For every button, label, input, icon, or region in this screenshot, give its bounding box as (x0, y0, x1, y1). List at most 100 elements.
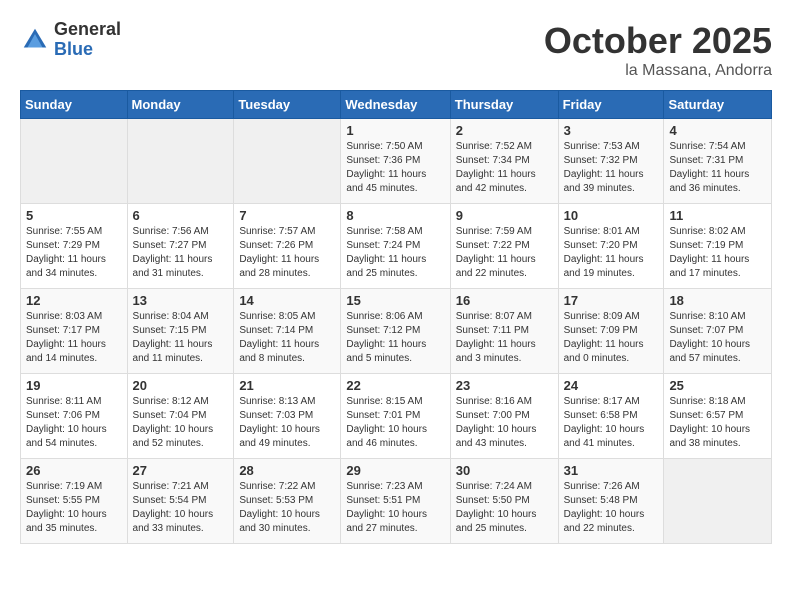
calendar-week-4: 26 Sunrise: 7:19 AM Sunset: 5:55 PM Dayli… (21, 459, 772, 544)
day-info: Sunrise: 8:12 AM Sunset: 7:04 PM Dayligh… (133, 395, 229, 451)
day-info: Sunrise: 8:09 AM Sunset: 7:09 PM Dayligh… (564, 310, 659, 366)
day-number: 14 (239, 293, 335, 308)
day-info: Sunrise: 7:58 AM Sunset: 7:24 PM Dayligh… (346, 225, 444, 281)
calendar-cell: 12Sunrise: 8:03 AM Sunset: 7:17 PM Dayli… (21, 289, 128, 374)
day-number: 25 (669, 378, 766, 393)
calendar-cell (127, 119, 234, 204)
day-number: 16 (456, 293, 553, 308)
day-number: 15 (346, 293, 444, 308)
day-number: 11 (669, 208, 766, 223)
day-info: Sunrise: 8:10 AM Sunset: 7:07 PM Dayligh… (669, 310, 766, 366)
calendar-cell: 17Sunrise: 8:09 AM Sunset: 7:09 PM Dayli… (558, 289, 664, 374)
day-info: Sunrise: 8:17 AM Sunset: 6:58 PM Dayligh… (564, 395, 659, 451)
calendar-cell: 26 Sunrise: 7:19 AM Sunset: 5:55 PM Dayli… (21, 459, 128, 544)
day-number: 22 (346, 378, 444, 393)
day-number: 10 (564, 208, 659, 223)
day-number: 19 (26, 378, 122, 393)
day-number: 4 (669, 123, 766, 138)
day-number: 26 (26, 463, 122, 478)
calendar-cell: 24 Sunrise: 8:17 AM Sunset: 6:58 PM Dayli… (558, 374, 664, 459)
day-info: Sunrise: 8:11 AM Sunset: 7:06 PM Dayligh… (26, 395, 122, 451)
calendar-cell: 29 Sunrise: 7:23 AM Sunset: 5:51 PM Dayli… (341, 459, 450, 544)
calendar-cell: 11Sunrise: 8:02 AM Sunset: 7:19 PM Dayli… (664, 204, 772, 289)
page-header: General Blue October 2025 la Massana, An… (20, 20, 772, 80)
calendar-cell: 28 Sunrise: 7:22 AM Sunset: 5:53 PM Dayli… (234, 459, 341, 544)
day-number: 12 (26, 293, 122, 308)
calendar-week-1: 5Sunrise: 7:55 AM Sunset: 7:29 PM Daylig… (21, 204, 772, 289)
day-info: Sunrise: 8:05 AM Sunset: 7:14 PM Dayligh… (239, 310, 335, 366)
calendar-table: SundayMondayTuesdayWednesdayThursdayFrid… (20, 90, 772, 544)
day-info: Sunrise: 7:52 AM Sunset: 7:34 PM Dayligh… (456, 140, 553, 196)
day-number: 6 (133, 208, 229, 223)
calendar-cell: 5Sunrise: 7:55 AM Sunset: 7:29 PM Daylig… (21, 204, 128, 289)
day-info: Sunrise: 7:23 AM Sunset: 5:51 PM Dayligh… (346, 480, 444, 536)
month-title: October 2025 (544, 20, 772, 62)
header-day-monday: Monday (127, 91, 234, 119)
calendar-cell: 27Sunrise: 7:21 AM Sunset: 5:54 PM Dayli… (127, 459, 234, 544)
calendar-week-0: 1Sunrise: 7:50 AM Sunset: 7:36 PM Daylig… (21, 119, 772, 204)
calendar-week-2: 12Sunrise: 8:03 AM Sunset: 7:17 PM Dayli… (21, 289, 772, 374)
day-number: 1 (346, 123, 444, 138)
day-info: Sunrise: 7:59 AM Sunset: 7:22 PM Dayligh… (456, 225, 553, 281)
calendar-cell: 25 Sunrise: 8:18 AM Sunset: 6:57 PM Dayli… (664, 374, 772, 459)
calendar-cell: 23 Sunrise: 8:16 AM Sunset: 7:00 PM Dayli… (450, 374, 558, 459)
day-info: Sunrise: 8:16 AM Sunset: 7:00 PM Dayligh… (456, 395, 553, 451)
header-day-saturday: Saturday (664, 91, 772, 119)
day-number: 27 (133, 463, 229, 478)
location: la Massana, Andorra (544, 62, 772, 80)
logo-general: General (54, 20, 121, 40)
calendar-cell: 2Sunrise: 7:52 AM Sunset: 7:34 PM Daylig… (450, 119, 558, 204)
header-day-tuesday: Tuesday (234, 91, 341, 119)
calendar-cell: 31Sunrise: 7:26 AM Sunset: 5:48 PM Dayli… (558, 459, 664, 544)
calendar-cell: 18 Sunrise: 8:10 AM Sunset: 7:07 PM Dayli… (664, 289, 772, 374)
day-number: 5 (26, 208, 122, 223)
day-info: Sunrise: 7:22 AM Sunset: 5:53 PM Dayligh… (239, 480, 335, 536)
day-number: 18 (669, 293, 766, 308)
day-info: Sunrise: 8:15 AM Sunset: 7:01 PM Dayligh… (346, 395, 444, 451)
header-day-thursday: Thursday (450, 91, 558, 119)
day-number: 23 (456, 378, 553, 393)
logo: General Blue (20, 20, 121, 60)
day-number: 24 (564, 378, 659, 393)
day-info: Sunrise: 7:24 AM Sunset: 5:50 PM Dayligh… (456, 480, 553, 536)
day-number: 28 (239, 463, 335, 478)
calendar-header: SundayMondayTuesdayWednesdayThursdayFrid… (21, 91, 772, 119)
header-day-sunday: Sunday (21, 91, 128, 119)
calendar-cell: 22 Sunrise: 8:15 AM Sunset: 7:01 PM Dayli… (341, 374, 450, 459)
day-number: 21 (239, 378, 335, 393)
logo-icon (20, 25, 50, 55)
day-number: 13 (133, 293, 229, 308)
logo-text: General Blue (54, 20, 121, 60)
calendar-cell: 16Sunrise: 8:07 AM Sunset: 7:11 PM Dayli… (450, 289, 558, 374)
day-number: 29 (346, 463, 444, 478)
day-info: Sunrise: 8:01 AM Sunset: 7:20 PM Dayligh… (564, 225, 659, 281)
day-number: 30 (456, 463, 553, 478)
calendar-cell: 9Sunrise: 7:59 AM Sunset: 7:22 PM Daylig… (450, 204, 558, 289)
calendar-week-3: 19 Sunrise: 8:11 AM Sunset: 7:06 PM Dayli… (21, 374, 772, 459)
calendar-cell: 21 Sunrise: 8:13 AM Sunset: 7:03 PM Dayli… (234, 374, 341, 459)
day-number: 3 (564, 123, 659, 138)
day-info: Sunrise: 7:19 AM Sunset: 5:55 PM Dayligh… (26, 480, 122, 536)
day-info: Sunrise: 7:57 AM Sunset: 7:26 PM Dayligh… (239, 225, 335, 281)
day-info: Sunrise: 8:18 AM Sunset: 6:57 PM Dayligh… (669, 395, 766, 451)
calendar-cell: 7 Sunrise: 7:57 AM Sunset: 7:26 PM Daylig… (234, 204, 341, 289)
calendar-cell (234, 119, 341, 204)
day-info: Sunrise: 8:06 AM Sunset: 7:12 PM Dayligh… (346, 310, 444, 366)
calendar-cell (664, 459, 772, 544)
day-info: Sunrise: 7:54 AM Sunset: 7:31 PM Dayligh… (669, 140, 766, 196)
calendar-cell: 13Sunrise: 8:04 AM Sunset: 7:15 PM Dayli… (127, 289, 234, 374)
calendar-cell: 19 Sunrise: 8:11 AM Sunset: 7:06 PM Dayli… (21, 374, 128, 459)
calendar-cell: 14 Sunrise: 8:05 AM Sunset: 7:14 PM Dayli… (234, 289, 341, 374)
calendar-cell: 20 Sunrise: 8:12 AM Sunset: 7:04 PM Dayli… (127, 374, 234, 459)
day-number: 20 (133, 378, 229, 393)
calendar-cell: 30 Sunrise: 7:24 AM Sunset: 5:50 PM Dayli… (450, 459, 558, 544)
day-info: Sunrise: 8:13 AM Sunset: 7:03 PM Dayligh… (239, 395, 335, 451)
calendar-cell: 6Sunrise: 7:56 AM Sunset: 7:27 PM Daylig… (127, 204, 234, 289)
header-day-friday: Friday (558, 91, 664, 119)
title-area: October 2025 la Massana, Andorra (544, 20, 772, 80)
calendar-cell: 3Sunrise: 7:53 AM Sunset: 7:32 PM Daylig… (558, 119, 664, 204)
calendar-cell: 4 Sunrise: 7:54 AM Sunset: 7:31 PM Daylig… (664, 119, 772, 204)
day-number: 7 (239, 208, 335, 223)
header-row: SundayMondayTuesdayWednesdayThursdayFrid… (21, 91, 772, 119)
calendar-cell: 8Sunrise: 7:58 AM Sunset: 7:24 PM Daylig… (341, 204, 450, 289)
